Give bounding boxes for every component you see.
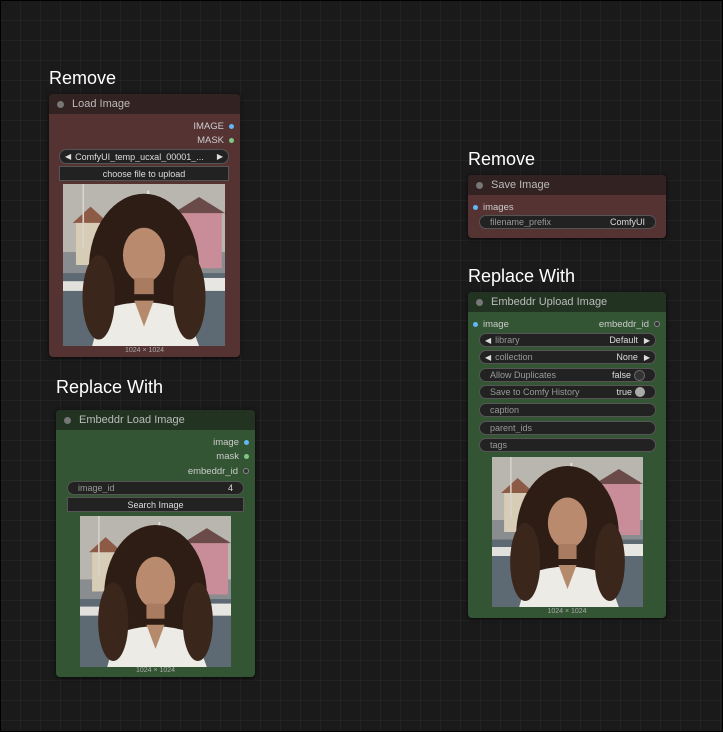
mask-output-dot-icon[interactable]: [229, 137, 234, 143]
load-image-node[interactable]: Load Image IMAGE MASK ◀ ComfyUI_temp_ucx…: [49, 94, 240, 357]
node-title-bar[interactable]: Embeddr Upload Image: [468, 292, 666, 312]
images-input-dot-icon[interactable]: [473, 204, 478, 210]
left-arrow-icon[interactable]: ◀: [485, 353, 491, 362]
caption-field[interactable]: caption: [479, 403, 656, 417]
field-label: Save to Comfy History: [490, 387, 580, 397]
node-title-bar[interactable]: Load Image: [49, 94, 240, 114]
right-arrow-icon[interactable]: ▶: [217, 152, 223, 161]
collection-combo[interactable]: ◀ collection None ▶: [479, 350, 656, 364]
toggle-on-icon[interactable]: [635, 387, 645, 397]
field-value: ComfyUI: [609, 217, 645, 227]
right-arrow-icon[interactable]: ▶: [644, 353, 650, 362]
slot-label: mask: [216, 450, 239, 462]
choose-file-button[interactable]: choose file to upload: [59, 166, 229, 181]
image-preview: [80, 516, 231, 667]
slot-label: image: [213, 436, 239, 448]
save-to-history-toggle[interactable]: Save to Comfy History true: [479, 385, 656, 399]
field-label: parent_ids: [490, 423, 533, 433]
image-size-label: 1024 × 1024: [124, 347, 165, 354]
portrait-photo: [63, 184, 225, 346]
portrait-photo: [492, 457, 643, 607]
collapse-dot-icon[interactable]: [57, 100, 64, 108]
field-label: library: [495, 335, 520, 345]
image-size-label: 1024 × 1024: [547, 608, 587, 615]
right-arrow-icon[interactable]: ▶: [644, 336, 650, 345]
input-images-slot[interactable]: images: [473, 200, 514, 214]
image-output-dot-icon[interactable]: [244, 439, 249, 445]
field-value: true: [616, 387, 632, 397]
mask-output-dot-icon[interactable]: [244, 453, 249, 459]
input-image-slot[interactable]: image: [473, 317, 509, 331]
output-embeddr-id-slot[interactable]: embeddr_id: [188, 464, 249, 478]
field-label: image_id: [78, 483, 115, 493]
output-mask-slot[interactable]: MASK: [197, 133, 234, 147]
field-value: None: [616, 352, 638, 362]
slot-label: embeddr_id: [598, 318, 649, 330]
collapse-dot-icon[interactable]: [476, 298, 483, 306]
field-label: caption: [490, 405, 520, 415]
parent-ids-field[interactable]: parent_ids: [479, 421, 656, 435]
combo-value: ComfyUI_temp_ucxal_00001_...: [75, 151, 204, 162]
node-title-bar[interactable]: Embeddr Load Image: [56, 410, 255, 430]
slot-label: images: [483, 201, 514, 213]
toggle-off-icon[interactable]: [634, 369, 645, 381]
save-image-node[interactable]: Save Image images filename_prefix ComfyU…: [468, 175, 666, 238]
image-input-dot-icon[interactable]: [473, 321, 478, 327]
slot-label: image: [483, 318, 509, 330]
node-title: Embeddr Load Image: [79, 414, 185, 426]
field-value: Default: [609, 335, 638, 345]
embeddr-id-output-dot-icon[interactable]: [654, 321, 660, 327]
search-image-button[interactable]: Search Image: [67, 497, 244, 512]
library-combo[interactable]: ◀ library Default ▶: [479, 333, 656, 347]
node-title: Load Image: [72, 98, 131, 110]
node-title-bar[interactable]: Save Image: [468, 175, 666, 195]
field-value: 4: [227, 483, 233, 493]
collapse-dot-icon[interactable]: [476, 181, 483, 189]
slot-label: embeddr_id: [187, 465, 238, 477]
embeddr-upload-image-node[interactable]: Embeddr Upload Image image embeddr_id ◀ …: [468, 292, 666, 618]
filename-prefix-field[interactable]: filename_prefix ComfyUI: [479, 215, 656, 229]
remove-label-left: Remove: [49, 68, 117, 88]
embeddr-id-output-dot-icon[interactable]: [243, 468, 249, 474]
field-label: Allow Duplicates: [490, 370, 557, 380]
field-label: collection: [495, 352, 533, 362]
left-arrow-icon[interactable]: ◀: [485, 336, 491, 345]
replace-with-label-left: Replace With: [56, 377, 164, 397]
image-preview: [492, 457, 643, 607]
output-image-slot[interactable]: IMAGE: [193, 119, 234, 133]
image-output-dot-icon[interactable]: [229, 123, 234, 129]
field-label: filename_prefix: [490, 217, 552, 227]
output-image-slot[interactable]: image: [213, 435, 249, 449]
image-id-field[interactable]: image_id 4: [67, 481, 244, 495]
remove-label-right: Remove: [468, 149, 536, 169]
output-embeddr-id-slot[interactable]: embeddr_id: [599, 317, 660, 331]
portrait-photo: [80, 516, 231, 667]
collapse-dot-icon[interactable]: [64, 416, 71, 424]
image-size-label: 1024 × 1024: [135, 667, 176, 674]
replace-with-label-right: Replace With: [468, 266, 576, 286]
left-arrow-icon[interactable]: ◀: [65, 152, 71, 161]
slot-label: MASK: [197, 134, 224, 146]
output-mask-slot[interactable]: mask: [216, 449, 249, 463]
node-title: Embeddr Upload Image: [491, 296, 608, 308]
image-select-combo[interactable]: ◀ ComfyUI_temp_ucxal_00001_... ▶: [59, 149, 229, 164]
field-value: false: [611, 370, 631, 380]
node-title: Save Image: [491, 179, 550, 191]
slot-label: IMAGE: [193, 120, 224, 132]
tags-field[interactable]: tags: [479, 438, 656, 452]
image-preview: [63, 184, 225, 346]
allow-duplicates-toggle[interactable]: Allow Duplicates false: [479, 368, 656, 382]
embeddr-load-image-node[interactable]: Embeddr Load Image image mask embeddr_id…: [56, 410, 255, 677]
field-label: tags: [490, 440, 508, 450]
